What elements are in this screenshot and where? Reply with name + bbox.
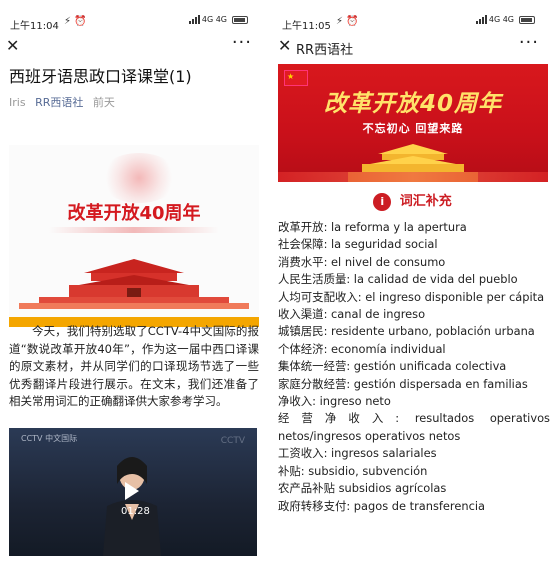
anniversary-red-banner: ★ 改革开放40周年 不忘初心 回望来路 bbox=[278, 64, 548, 182]
article-meta: Iris RR西语社 前天 bbox=[0, 88, 266, 110]
vocab-item: 人民生活质量: la calidad de vida del pueblo bbox=[278, 272, 518, 287]
status-icons: ⚡ ⏰ bbox=[64, 16, 87, 27]
signal-bars-icon bbox=[188, 15, 200, 24]
intro-paragraph: 今天，我们特别选取了CCTV-4中文国际的报道“数说改革开放40年”，作为这一届… bbox=[9, 324, 259, 409]
article-screen-right: 上午11:05 ⚡ ⏰ 4G 4G ✕ RR西语社 ··· ★ 改革开放40周年… bbox=[272, 0, 553, 565]
network-type: 4G 4G bbox=[488, 15, 514, 24]
article-date: 前天 bbox=[92, 96, 115, 109]
fireworks-graphic bbox=[99, 153, 179, 203]
battery-icon bbox=[519, 15, 535, 24]
article-author: Iris bbox=[9, 96, 26, 109]
tiananmen-gate-graphic bbox=[19, 259, 249, 309]
article-title: 西班牙语思政口译课堂(1) bbox=[9, 67, 192, 86]
network-type: 4G 4G bbox=[201, 15, 227, 24]
battery-icon bbox=[232, 15, 248, 24]
signal-bars-icon bbox=[475, 15, 487, 24]
vocab-item: 收入渠道: canal de ingreso bbox=[278, 307, 426, 322]
vocab-item: 经营净收入: resultados operativos netos/ingre… bbox=[278, 411, 550, 443]
news-anchor-figure bbox=[103, 457, 161, 556]
status-icons: ⚡ ⏰ bbox=[336, 16, 359, 27]
nav-bar: ✕ ··· bbox=[0, 30, 266, 60]
vocab-item: 工资收入: ingresos salariales bbox=[278, 446, 437, 461]
vocab-item: 个体经济: economía individual bbox=[278, 341, 446, 356]
vocab-item: 人均可支配收入: el ingreso disponible per cápit… bbox=[278, 289, 545, 304]
vocab-item: 农产品补贴 subsidios agrícolas bbox=[278, 481, 447, 496]
nav-title: RR西语社 bbox=[296, 43, 354, 58]
vocab-item: 补贴: subsidio, subvención bbox=[278, 463, 428, 478]
vocab-item: 消费水平: el nivel de consumo bbox=[278, 254, 446, 269]
account-link[interactable]: RR西语社 bbox=[35, 96, 83, 109]
banner-title: 改革开放40周年 bbox=[67, 203, 201, 224]
status-bar: 上午11:04 ⚡ ⏰ 4G 4G bbox=[0, 0, 266, 32]
video-duration: 01:28 bbox=[121, 506, 150, 517]
close-icon[interactable]: ✕ bbox=[6, 36, 19, 55]
banner-subtitle: 不忘初心 回望来路 bbox=[362, 122, 464, 135]
video-player[interactable]: CCTV 中文国际 CCTV 01:28 bbox=[9, 428, 257, 556]
vocab-item: 改革开放: la reforma y la apertura bbox=[278, 220, 467, 234]
section-title: 词汇补充 bbox=[399, 194, 452, 209]
nav-bar: ✕ RR西语社 ··· bbox=[272, 30, 553, 60]
vocab-item: 集体统一经营: gestión unificada colectiva bbox=[278, 359, 507, 374]
anniversary-banner-image: 改革开放40周年 bbox=[9, 145, 259, 327]
more-options-icon[interactable]: ··· bbox=[232, 32, 252, 53]
more-options-icon[interactable]: ··· bbox=[519, 32, 539, 53]
vocab-item: 社会保障: la seguridad social bbox=[278, 237, 438, 252]
vocab-item: 家庭分散经营: gestión dispersada en familias bbox=[278, 376, 528, 391]
signal-indicator: 4G 4G bbox=[188, 15, 248, 24]
close-icon[interactable]: ✕ bbox=[278, 36, 291, 55]
wave-decoration bbox=[278, 172, 548, 182]
banner-title: 改革开放40周年 bbox=[323, 91, 502, 117]
section-heading: i 词汇补充 bbox=[272, 190, 553, 211]
status-bar: 上午11:05 ⚡ ⏰ 4G 4G bbox=[272, 0, 553, 32]
vocab-item: 政府转移支付: pagos de transferencia bbox=[278, 498, 485, 513]
section-badge-icon: i bbox=[373, 192, 392, 211]
cctv-watermark: CCTV bbox=[220, 436, 245, 446]
signal-indicator: 4G 4G bbox=[475, 15, 535, 24]
ribbon-decoration bbox=[49, 227, 219, 233]
cctv-logo: CCTV 中文国际 bbox=[21, 434, 78, 443]
vocab-item: 城镇居民: residente urbano, población urbana bbox=[278, 324, 535, 339]
vocab-item: 净收入: ingreso neto bbox=[278, 394, 391, 409]
vocabulary-list: 改革开放: la reforma y la apertura 社会保障: la … bbox=[278, 219, 550, 515]
article-screen-left: 上午11:04 ⚡ ⏰ 4G 4G ✕ ··· 西班牙语思政口译课堂(1) Ir… bbox=[0, 0, 266, 565]
play-button-icon[interactable] bbox=[125, 482, 139, 500]
